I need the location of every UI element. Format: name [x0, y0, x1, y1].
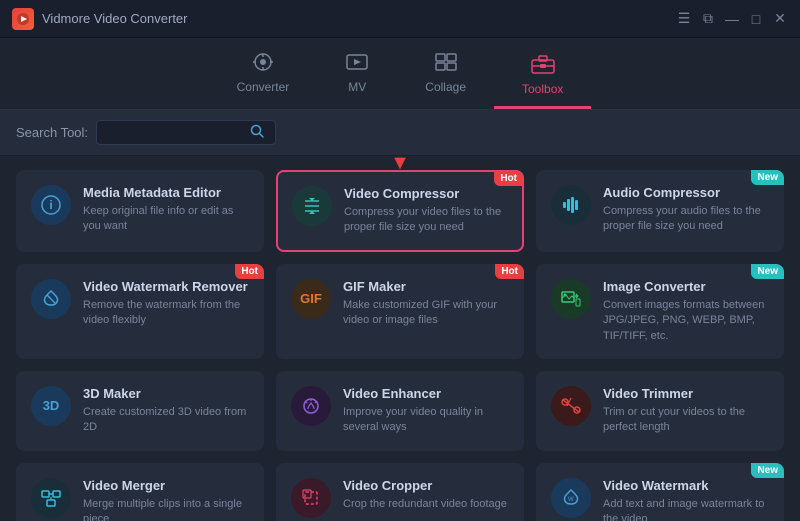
title-bar-left: Vidmore Video Converter	[12, 8, 188, 30]
close-button[interactable]: ✕	[772, 11, 788, 27]
tool-card-3d-maker[interactable]: 3D 3D Maker Create customized 3D video f…	[16, 371, 264, 451]
hot-badge-video-compressor: Hot	[494, 171, 523, 186]
tool-card-image-converter[interactable]: Image Converter Convert images formats b…	[536, 264, 784, 359]
tools-grid: i Media Metadata Editor Keep original fi…	[0, 156, 800, 521]
video-compressor-icon	[292, 186, 332, 226]
watermark-remover-name: Video Watermark Remover	[83, 279, 249, 294]
video-cropper-name: Video Cropper	[343, 478, 509, 493]
video-trimmer-icon	[551, 386, 591, 426]
audio-compressor-text: Audio Compressor Compress your audio fil…	[603, 185, 769, 235]
title-bar: Vidmore Video Converter ☰ ⧉ — □ ✕	[0, 0, 800, 38]
video-merger-desc: Merge multiple clips into a single piece	[83, 497, 249, 521]
gif-maker-desc: Make customized GIF with your video or i…	[343, 298, 509, 329]
collage-label: Collage	[425, 80, 466, 94]
minimize-button[interactable]: —	[724, 11, 740, 27]
tool-card-video-enhancer[interactable]: Video Enhancer Improve your video qualit…	[276, 371, 524, 451]
video-merger-name: Video Merger	[83, 478, 249, 493]
video-compressor-text: Video Compressor Compress your video fil…	[344, 186, 508, 236]
tool-card-video-cropper[interactable]: Video Cropper Crop the redundant video f…	[276, 463, 524, 521]
audio-compressor-desc: Compress your audio files to the proper …	[603, 204, 769, 235]
image-converter-icon	[551, 279, 591, 319]
search-label: Search Tool:	[16, 125, 88, 140]
video-watermark-text: Video Watermark Add text and image water…	[603, 478, 769, 521]
audio-compressor-name: Audio Compressor	[603, 185, 769, 200]
video-cropper-text: Video Cropper Crop the redundant video f…	[343, 478, 509, 512]
audio-compressor-icon	[551, 185, 591, 225]
mv-label: MV	[348, 80, 366, 94]
tab-toolbox[interactable]: Toolbox	[494, 46, 591, 109]
tool-card-video-trimmer[interactable]: Video Trimmer Trim or cut your videos to…	[536, 371, 784, 451]
search-input-wrap[interactable]	[96, 120, 276, 145]
collage-icon	[434, 52, 458, 76]
svg-text:i: i	[49, 198, 52, 212]
mv-icon	[345, 52, 369, 76]
toolbox-label: Toolbox	[522, 82, 563, 96]
gif-maker-name: GIF Maker	[343, 279, 509, 294]
new-badge-image-converter: New	[751, 264, 784, 279]
maximize-button[interactable]: □	[748, 11, 764, 27]
gif-maker-text: GIF Maker Make customized GIF with your …	[343, 279, 509, 329]
new-badge-video-watermark: New	[751, 463, 784, 478]
converter-label: Converter	[237, 80, 290, 94]
video-compressor-name: Video Compressor	[344, 186, 508, 201]
toolbox-icon	[530, 52, 556, 78]
media-metadata-desc: Keep original file info or edit as you w…	[83, 204, 249, 235]
app-logo	[12, 8, 34, 30]
arrow-indicator: ▼	[390, 156, 410, 175]
video-trimmer-text: Video Trimmer Trim or cut your videos to…	[603, 386, 769, 436]
image-converter-text: Image Converter Convert images formats b…	[603, 279, 769, 344]
3d-maker-name: 3D Maker	[83, 386, 249, 401]
video-trimmer-name: Video Trimmer	[603, 386, 769, 401]
watermark-remover-desc: Remove the watermark from the video flex…	[83, 298, 249, 329]
video-enhancer-name: Video Enhancer	[343, 386, 509, 401]
video-trimmer-desc: Trim or cut your videos to the perfect l…	[603, 405, 769, 436]
tool-card-video-watermark[interactable]: W Video Watermark Add text and image wat…	[536, 463, 784, 521]
app-title: Vidmore Video Converter	[42, 11, 188, 26]
menu-button[interactable]: ☰	[676, 11, 692, 27]
search-bar: Search Tool:	[0, 110, 800, 156]
video-merger-icon	[31, 478, 71, 518]
video-enhancer-icon	[291, 386, 331, 426]
video-cropper-desc: Crop the redundant video footage	[343, 497, 509, 512]
gif-maker-icon: GIF	[291, 279, 331, 319]
video-watermark-icon: W	[551, 478, 591, 518]
tool-card-video-watermark-remover[interactable]: Video Watermark Remover Remove the water…	[16, 264, 264, 359]
image-converter-name: Image Converter	[603, 279, 769, 294]
hot-badge-watermark-remover: Hot	[235, 264, 264, 279]
converter-icon	[251, 52, 275, 76]
tool-card-video-merger[interactable]: Video Merger Merge multiple clips into a…	[16, 463, 264, 521]
tab-collage[interactable]: Collage	[397, 46, 494, 109]
search-input[interactable]	[105, 126, 250, 140]
video-enhancer-text: Video Enhancer Improve your video qualit…	[343, 386, 509, 436]
title-bar-controls: ☰ ⧉ — □ ✕	[676, 11, 788, 27]
nav-tabs: Converter MV Collage	[0, 38, 800, 110]
tool-card-video-compressor[interactable]: ▼ Video Compressor Compress your video f…	[276, 170, 524, 252]
hot-badge-gif-maker: Hot	[495, 264, 524, 279]
3d-maker-icon: 3D	[31, 386, 71, 426]
video-compressor-desc: Compress your video files to the proper …	[344, 205, 508, 236]
tool-card-audio-compressor[interactable]: Audio Compressor Compress your audio fil…	[536, 170, 784, 252]
new-badge-audio-compressor: New	[751, 170, 784, 185]
tab-mv[interactable]: MV	[317, 46, 397, 109]
3d-maker-text: 3D Maker Create customized 3D video from…	[83, 386, 249, 436]
video-enhancer-desc: Improve your video quality in several wa…	[343, 405, 509, 436]
media-metadata-icon: i	[31, 185, 71, 225]
video-cropper-icon	[291, 478, 331, 518]
3d-maker-desc: Create customized 3D video from 2D	[83, 405, 249, 436]
video-watermark-desc: Add text and image watermark to the vide…	[603, 497, 769, 521]
search-icon[interactable]	[250, 124, 264, 141]
image-converter-desc: Convert images formats between JPG/JPEG,…	[603, 298, 769, 344]
tool-card-gif-maker[interactable]: GIF GIF Maker Make customized GIF with y…	[276, 264, 524, 359]
media-metadata-text: Media Metadata Editor Keep original file…	[83, 185, 249, 235]
video-watermark-name: Video Watermark	[603, 478, 769, 493]
svg-text:W: W	[568, 497, 574, 503]
tab-converter[interactable]: Converter	[209, 46, 318, 109]
tool-card-media-metadata-editor[interactable]: i Media Metadata Editor Keep original fi…	[16, 170, 264, 252]
media-metadata-name: Media Metadata Editor	[83, 185, 249, 200]
watermark-remover-text: Video Watermark Remover Remove the water…	[83, 279, 249, 329]
watermark-remover-icon	[31, 279, 71, 319]
restore-button[interactable]: ⧉	[700, 11, 716, 27]
video-merger-text: Video Merger Merge multiple clips into a…	[83, 478, 249, 521]
